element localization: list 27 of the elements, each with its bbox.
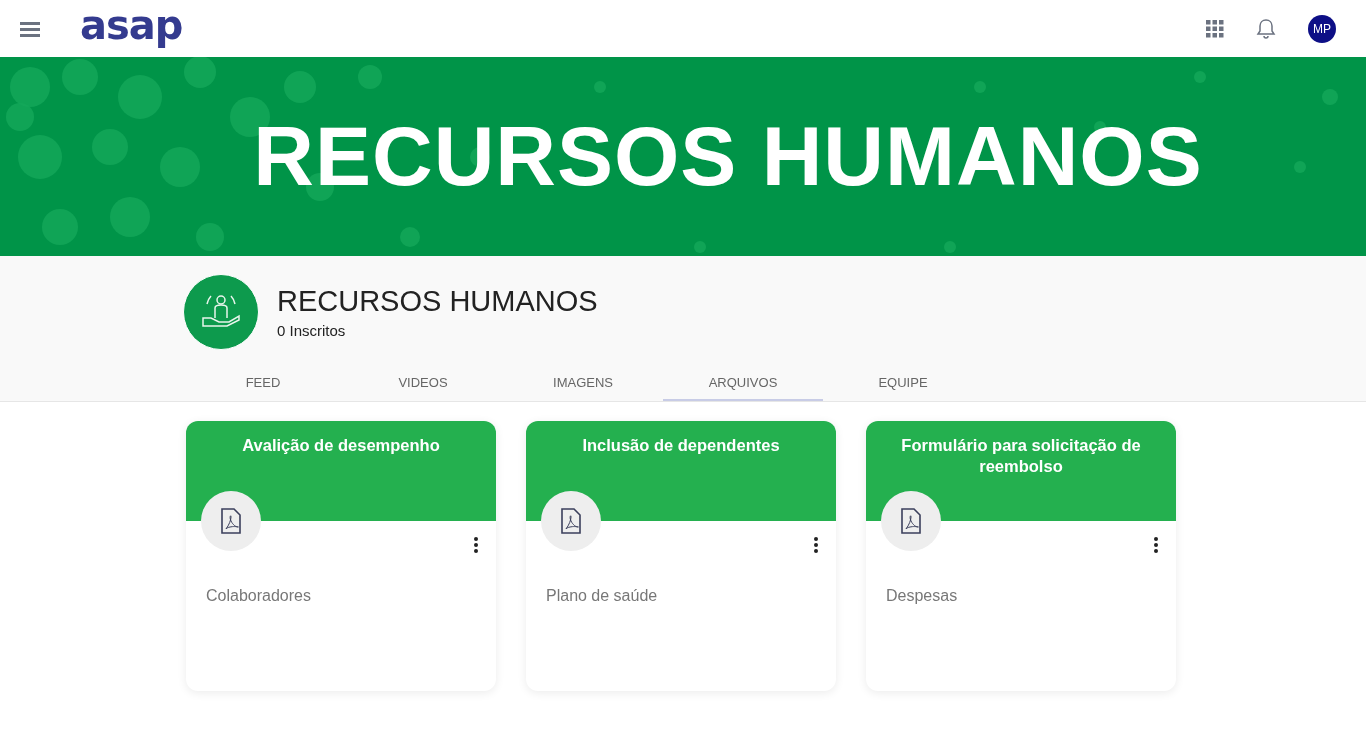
file-title: Formulário para solicitação de reembolso — [900, 435, 1142, 477]
file-category: Colaboradores — [206, 587, 311, 605]
file-card[interactable]: Inclusão de dependentes Plano de saúde — [526, 421, 836, 691]
tab[interactable]: FEED — [183, 364, 343, 401]
more-options-icon[interactable] — [474, 537, 478, 553]
channel-name: RECURSOS HUMANOS — [277, 285, 598, 318]
file-card[interactable]: Formulário para solicitação de reembolso Despesas — [866, 421, 1176, 691]
user-avatar[interactable]: MP — [1308, 14, 1336, 43]
apps-grid-icon[interactable] — [1206, 19, 1224, 38]
file-category: Despesas — [886, 587, 958, 605]
subscriber-count: 0 Inscritos — [277, 322, 347, 339]
file-title: Inclusão de dependentes — [581, 435, 781, 456]
pdf-file-icon — [900, 508, 922, 534]
more-options-icon[interactable] — [814, 537, 818, 553]
tab[interactable]: IMAGENS — [503, 364, 663, 401]
more-options-icon[interactable] — [1154, 537, 1158, 553]
file-card[interactable]: Avalição de desempenho Colaboradores — [186, 421, 496, 691]
bell-icon[interactable] — [1256, 17, 1276, 40]
pdf-file-icon — [560, 508, 582, 534]
tab[interactable]: VIDEOS — [343, 364, 503, 401]
menu-icon[interactable] — [20, 20, 40, 37]
file-category: Plano de saúde — [546, 587, 658, 605]
file-title: Avalição de desempenho — [241, 435, 441, 456]
banner-title: RECURSOS HUMANOS — [253, 108, 1203, 205]
tab[interactable]: ARQUIVOS — [663, 364, 823, 401]
tab[interactable]: EQUIPE — [823, 364, 983, 401]
pdf-file-icon — [220, 508, 242, 534]
